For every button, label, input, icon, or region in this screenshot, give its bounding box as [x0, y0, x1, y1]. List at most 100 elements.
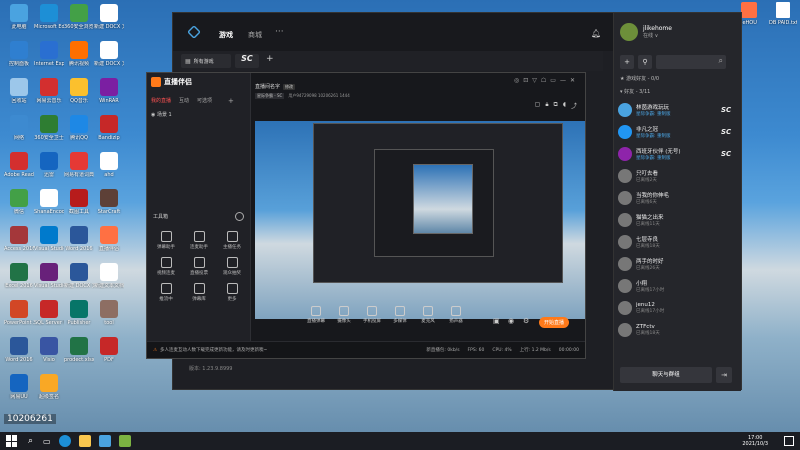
tool-item[interactable]: 弹幕库 [184, 283, 214, 302]
group-favorites[interactable]: ★ 游戏好友 - 0/0 [614, 73, 741, 86]
tool-item[interactable]: 主播任务 [217, 231, 247, 250]
desktop-icon[interactable]: 360安全浏览器 [64, 4, 94, 30]
desktop-icon[interactable]: SQL Server Management [34, 300, 64, 326]
desktop-icon[interactable]: 新建文本文档 [94, 263, 124, 289]
platform-logo-icon[interactable] [187, 25, 201, 39]
tool-item[interactable]: 更多 [217, 283, 247, 302]
friend-request-icon[interactable]: ⚲ [638, 55, 652, 69]
desktop-icon[interactable]: WinRAR [94, 78, 124, 104]
friend-row[interactable]: jenu12 已离线17小时 [614, 297, 741, 319]
desktop-icon[interactable]: Publisher [64, 300, 94, 326]
desktop-icon[interactable]: Visio [34, 337, 64, 363]
desktop-icon[interactable]: Access 2016 [4, 226, 34, 252]
friend-row[interactable]: ZTFctv 已离线18天 [614, 319, 741, 341]
friend-row[interactable]: 林茵游戏玩玩 星际争霸: 重制版 SC [614, 99, 741, 121]
friend-row[interactable]: 七层寺良 已离线18天 [614, 231, 741, 253]
desktop-icon[interactable]: QQ音乐 [64, 78, 94, 104]
friend-row[interactable]: 西班牙伙伴 (无号) 星际争霸: 重制版 SC [614, 143, 741, 165]
file-explorer-icon[interactable] [78, 435, 91, 447]
desktop-icon[interactable]: PowerPoint 2016 [4, 300, 34, 326]
user-avatar[interactable] [620, 23, 638, 41]
stream-taskbar-icon[interactable] [118, 435, 131, 447]
desktop-icon[interactable]: 360安全卫士 [34, 115, 64, 141]
desktop-icon[interactable]: Internet Explorer [34, 41, 64, 67]
tool-item[interactable]: 连麦助手 [184, 231, 214, 250]
user-status[interactable]: 在线 ∨ [643, 32, 672, 39]
friend-row[interactable]: 非凡之冠 星际争霸: 重制版 SC [614, 121, 741, 143]
desktop-icon[interactable]: Microsoft Edge [34, 4, 64, 30]
user-name[interactable]: jlikehome [643, 25, 672, 32]
desktop-icon[interactable]: prodect.xlsx [64, 337, 94, 363]
tool-item[interactable]: 视频连麦 [151, 257, 181, 276]
live-preview[interactable] [255, 121, 585, 319]
desktop-icon[interactable]: 网络 [4, 115, 34, 141]
add-friend-icon[interactable]: + [620, 55, 634, 69]
bottom-tool-item[interactable]: 麦克风 [413, 306, 443, 324]
view-icon[interactable]: ◉ [508, 317, 514, 325]
tool-item[interactable]: 观众抽奖 [217, 257, 247, 276]
desktop-icon[interactable]: Excel 2016 [4, 263, 34, 289]
friend-search-input[interactable]: ⌕ [656, 55, 726, 69]
desktop-icon[interactable]: Bandizip [94, 115, 124, 141]
search-icon[interactable]: ⌕ [28, 436, 33, 446]
live-edit-tag[interactable]: 修改 [283, 83, 296, 90]
desktop-icon[interactable]: 此电脑 [4, 4, 34, 30]
clock[interactable]: 17:00 2021/10/3 [742, 435, 768, 447]
nav-shop[interactable]: 商城 [248, 30, 262, 40]
add-tab-button[interactable]: + [266, 54, 274, 64]
desktop-icon[interactable]: ahd [94, 152, 124, 178]
nav-more[interactable]: ··· [275, 27, 284, 37]
window-icon[interactable]: ▢ [535, 101, 541, 110]
desktop-icon[interactable]: Visual Studio 2019 [34, 263, 64, 289]
add-scene-icon[interactable]: + [228, 97, 234, 105]
friend-row[interactable]: 两手的时好 已离线26天 [614, 253, 741, 275]
desktop-icon[interactable]: PDF [94, 337, 124, 363]
desktop-icon[interactable]: 迅雷 [34, 152, 64, 178]
desktop-icon[interactable]: 超级签名 [34, 374, 64, 400]
group-friends[interactable]: ▾ 好友 - 3/11 [614, 86, 741, 99]
status-notice[interactable]: 多人连麦互动人数下载完成更新功能，请及时更新噢~ [160, 347, 418, 353]
desktop-icon[interactable]: Word 2016 [4, 337, 34, 363]
share-icon[interactable]: ⤴ [571, 101, 577, 110]
desktop-icon[interactable]: 直播伴侣 [94, 226, 124, 252]
chat-groups-button[interactable]: 聊天与群组 [620, 367, 712, 383]
nav-games[interactable]: 游戏 [219, 30, 233, 40]
desktop-icon[interactable]: 新建 DOCX 文档 [64, 263, 94, 289]
tool-item[interactable]: 弹幕助手 [151, 231, 181, 250]
scene-row[interactable]: ◉ 场景 1 [151, 111, 172, 118]
bottom-tool-item[interactable]: 手机投屏 [357, 306, 387, 324]
tab-starcraft[interactable]: SC [235, 54, 259, 68]
task-view-icon[interactable]: ▭ [43, 437, 51, 446]
desktop-icon[interactable]: 腾讯QQ [64, 115, 94, 141]
bell-icon[interactable]: 🔔︎ [591, 29, 601, 38]
bottom-tool-item[interactable]: 摄像头 [329, 306, 359, 324]
friend-row[interactable]: 小翔 已离线17小时 [614, 275, 741, 297]
start-live-button[interactable]: 开始直播 [539, 317, 570, 328]
settings-icon[interactable]: ⚙ [523, 317, 529, 325]
live-title[interactable]: 直播间名字 [255, 83, 280, 90]
lock-icon[interactable]: 🔒︎ [545, 101, 548, 110]
desktop-icon[interactable]: 微信 [4, 189, 34, 215]
friend-row[interactable]: 当我的你伸毛 已离线6天 [614, 187, 741, 209]
desktop-icon[interactable]: 网易云音乐 [34, 78, 64, 104]
desktop-icon[interactable]: 腾讯视频 [64, 41, 94, 67]
tab-all-games[interactable]: ▦ 所有游戏 [181, 54, 231, 68]
window-controls[interactable]: ◎⊡▽☖▭—✕ [514, 77, 579, 84]
bottom-tool-item[interactable]: 扬声器 [441, 306, 471, 324]
desktop-icon[interactable]: 截图工具 [64, 189, 94, 215]
tool-item[interactable]: 直播投票 [184, 257, 214, 276]
desktop-icon-db-paid[interactable]: DB PAID.txt [769, 2, 797, 26]
desktop-icon[interactable]: StarCraft [94, 189, 124, 215]
copy-icon[interactable]: ⧉ [554, 101, 558, 110]
bottom-tool-item[interactable]: 直播弹幕 [301, 306, 331, 324]
desktop-icon[interactable]: 新建 DOCX 文档 [94, 41, 124, 67]
desktop-icon[interactable]: Word 2016 [64, 226, 94, 252]
desktop-icon[interactable]: Visual Studio Code [34, 226, 64, 252]
tool-item[interactable]: 推流中 [151, 283, 181, 302]
tab-my-live[interactable]: 我的直播 [151, 97, 171, 105]
desktop-icon[interactable]: 新建 DOCX 文档 [94, 4, 124, 30]
game-tag[interactable]: 星际争霸 - SC [255, 93, 285, 99]
desktop-icon[interactable]: ShanaEncoder [34, 189, 64, 215]
tab-options[interactable]: 可选项 [197, 97, 212, 105]
audio-icon[interactable]: ◖ [563, 101, 566, 110]
